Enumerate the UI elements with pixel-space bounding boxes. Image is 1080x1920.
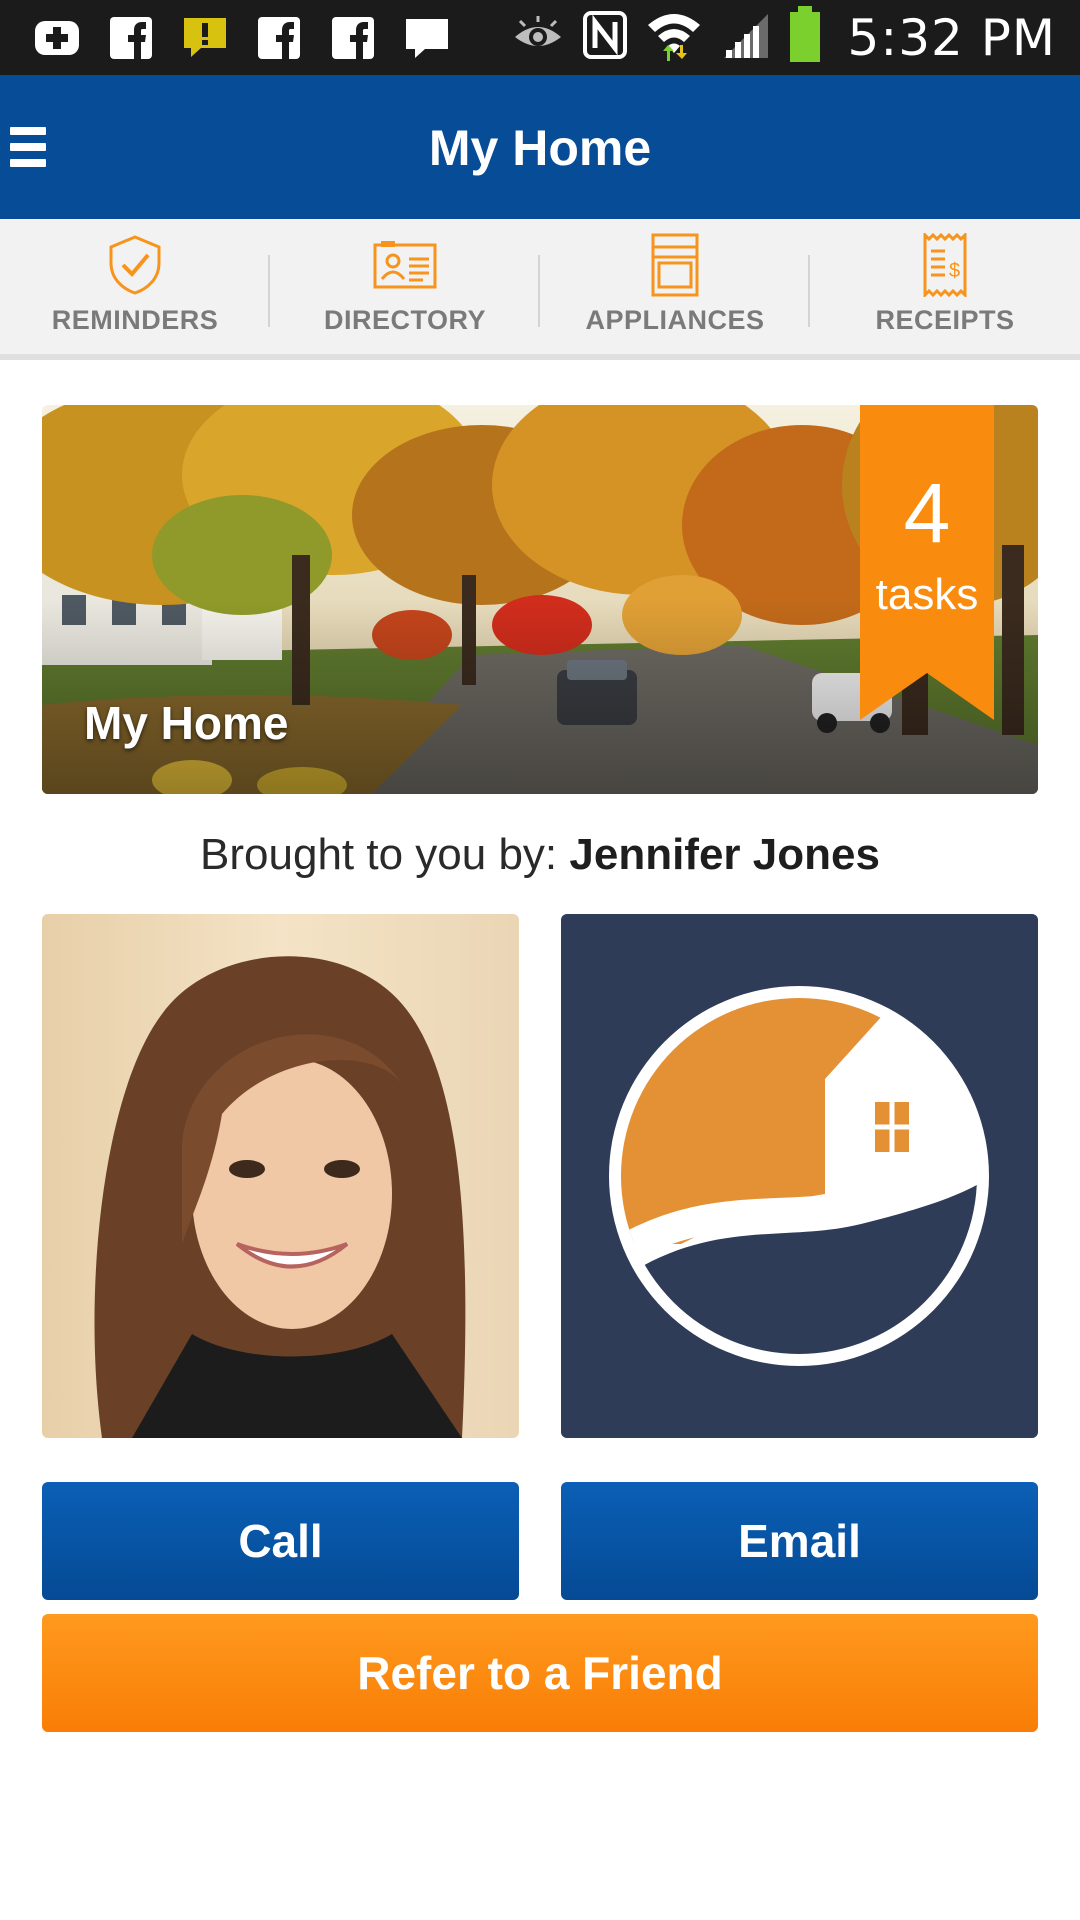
tasks-label: tasks — [875, 570, 979, 619]
call-button[interactable]: Call — [42, 1482, 519, 1600]
appliance-icon — [643, 233, 707, 297]
eye-icon — [512, 15, 564, 60]
tab-directory-label: DIRECTORY — [323, 305, 487, 335]
tab-receipts[interactable]: $ RECEIPTS — [810, 219, 1080, 354]
facebook-icon — [254, 13, 304, 63]
tasks-count: 4 — [903, 466, 951, 560]
tab-directory[interactable]: DIRECTORY — [270, 219, 540, 354]
chat-icon — [402, 13, 452, 63]
alert-icon — [180, 13, 230, 63]
home-hero-card[interactable]: My Home 4 tasks — [42, 405, 1038, 794]
receipt-icon: $ — [913, 231, 977, 299]
agent-name: Jennifer Jones — [569, 830, 880, 879]
wifi-icon — [646, 9, 702, 66]
shield-check-icon — [103, 233, 167, 297]
tab-receipts-label: RECEIPTS — [875, 305, 1015, 335]
agent-photo — [42, 914, 519, 1438]
status-bar: 5:32 PM — [0, 0, 1080, 75]
sponsor-line: Brought to you by: Jennifer Jones — [0, 830, 1080, 880]
facebook-icon — [328, 13, 378, 63]
tab-appliances[interactable]: APPLIANCES — [540, 219, 810, 354]
app-header: My Home — [0, 75, 1080, 219]
facebook-icon — [106, 13, 156, 63]
ribbon-shape — [860, 405, 994, 720]
clock: 5:32 PM — [847, 8, 1056, 67]
contact-card-icon — [373, 233, 437, 297]
nfc-icon — [582, 10, 628, 65]
email-button[interactable]: Email — [561, 1482, 1038, 1600]
refer-friend-button[interactable]: Refer to a Friend — [42, 1614, 1038, 1732]
signal-icon — [720, 10, 770, 65]
tab-reminders[interactable]: REMINDERS — [0, 219, 270, 354]
tab-reminders-label: REMINDERS — [51, 305, 219, 335]
tab-bar: REMINDERS DIRECTORY APPLIANCES $ RECEIPT… — [0, 219, 1080, 360]
tab-appliances-label: APPLIANCES — [585, 305, 765, 335]
tasks-ribbon-badge[interactable]: 4 tasks — [860, 405, 994, 720]
add-box-icon — [32, 13, 82, 63]
sponsor-prefix: Brought to you by: — [200, 830, 570, 879]
battery-icon — [788, 6, 822, 69]
company-logo — [561, 914, 1038, 1438]
page-title: My Home — [428, 120, 652, 176]
hero-title: My Home — [84, 697, 289, 749]
svg-text:$: $ — [949, 260, 960, 282]
